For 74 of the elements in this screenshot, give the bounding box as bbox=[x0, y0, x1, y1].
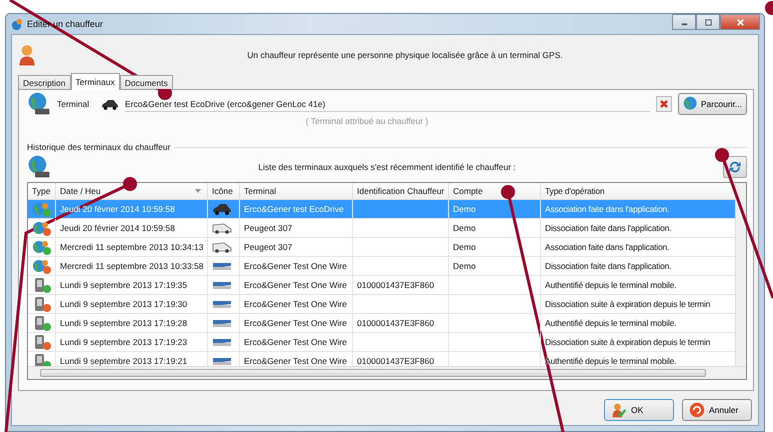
clear-button[interactable] bbox=[656, 96, 672, 112]
table-cell: Erco&Gener test EcoDrive bbox=[240, 200, 353, 218]
table-cell-text: Association faite dans l'application. bbox=[544, 241, 670, 254]
table-cell: Jeudi 20 février 2014 10:59:58 bbox=[56, 219, 208, 237]
close-icon bbox=[736, 18, 744, 26]
undo-icon bbox=[689, 402, 705, 418]
terminal-field[interactable]: Erco&Gener test EcoDrive (erco&gener GenLoc 41e) bbox=[125, 96, 650, 112]
table-cell-text: Authentifié depuis le terminal mobile. bbox=[544, 317, 678, 330]
table-row[interactable]: Mercredi 11 septembre 2013 10:33:58 Erco&Gener Test One Wire Demo Dissociation faite dans l'application. bbox=[28, 257, 735, 276]
browse-button[interactable]: Parcourir... bbox=[678, 93, 747, 115]
section-title: Historique des terminaux du chauffeur bbox=[27, 142, 170, 152]
person-icon bbox=[18, 43, 36, 67]
table-cell: 0100001437E3F860 bbox=[357, 318, 434, 328]
table-cell-text: Authentifié depuis le terminal mobile. bbox=[544, 279, 678, 292]
globe-icon bbox=[682, 96, 699, 112]
table-cell: Demo bbox=[453, 261, 476, 271]
table-cell: Lundi 9 septembre 2013 17:19:35 bbox=[56, 276, 208, 294]
tab[interactable]: Documents bbox=[120, 75, 173, 89]
table-cell-text: Dissociation faite dans l'application. bbox=[544, 222, 672, 235]
table-cell: Peugeot 307 bbox=[240, 219, 353, 237]
table-cell: Lundi 9 septembre 2013 17:19:23 bbox=[56, 333, 208, 351]
table-cell: Erco&Gener Test One Wire bbox=[240, 257, 353, 275]
maximize-icon bbox=[704, 18, 712, 26]
app-icon bbox=[10, 18, 23, 30]
sort-icon bbox=[195, 189, 201, 193]
table-cell: Demo bbox=[453, 242, 476, 252]
table-cell: Erco&Gener Test One Wire bbox=[240, 295, 353, 313]
minimize-button[interactable] bbox=[672, 14, 696, 30]
table-cell-text: Dissociation faite dans l'application. bbox=[544, 260, 672, 273]
refresh-icon bbox=[727, 159, 743, 175]
column-header[interactable]: Type bbox=[28, 183, 56, 199]
window-title: Editer un chauffeur bbox=[27, 19, 104, 29]
table-cell: Mercredi 11 septembre 2013 10:34:13 bbox=[56, 238, 208, 256]
globe-icon bbox=[27, 92, 51, 116]
table-row[interactable]: Lundi 9 septembre 2013 17:19:23 Erco&Gener Test One Wire Dissociation suite à expiration depuis le termin bbox=[28, 333, 735, 352]
table-cell: Lundi 9 septembre 2013 17:19:28 bbox=[56, 314, 208, 332]
column-header[interactable]: Icône bbox=[208, 183, 240, 199]
terminal-hint: ( Terminal attribué au chauffeur ) bbox=[304, 116, 430, 128]
table-cell: Lundi 9 septembre 2013 17:19:30 bbox=[56, 295, 208, 313]
table-cell: Erco&Gener Test One Wire bbox=[240, 333, 353, 351]
column-header[interactable]: Terminal bbox=[240, 183, 353, 199]
close-button[interactable] bbox=[720, 14, 760, 30]
table-cell: Demo bbox=[453, 204, 476, 214]
tab[interactable]: Description bbox=[18, 75, 71, 89]
column-header[interactable]: Identification Chauffeur bbox=[353, 183, 449, 199]
table-row[interactable]: Lundi 9 septembre 2013 17:19:35 Erco&Gener Test One Wire 0100001437E3F860 Authentifié depuis le terminal mobile. bbox=[28, 276, 735, 295]
ok-button[interactable]: OK bbox=[604, 399, 674, 421]
globe-icon bbox=[27, 155, 51, 179]
table-row[interactable]: Mercredi 11 septembre 2013 10:34:13 Peugeot 307 Demo Association faite dans l'application. bbox=[28, 238, 735, 257]
table-cell: Mercredi 11 septembre 2013 10:33:58 bbox=[56, 257, 208, 275]
terminal-label: Terminal bbox=[57, 99, 90, 109]
table-cell: Peugeot 307 bbox=[240, 238, 353, 256]
table-cell-text: Association faite dans l'application. bbox=[544, 203, 670, 216]
horizontal-scrollbar[interactable] bbox=[28, 366, 746, 379]
cancel-button[interactable]: Annuler bbox=[682, 399, 752, 421]
table-row[interactable]: Lundi 9 septembre 2013 17:19:28 Erco&Gener Test One Wire 0100001437E3F860 Authentifié depuis le terminal mobile. bbox=[28, 314, 735, 333]
maximize-button[interactable] bbox=[696, 14, 720, 30]
tab[interactable]: Terminaux bbox=[70, 73, 120, 90]
table-cell: Erco&Gener Test One Wire bbox=[240, 276, 353, 294]
table-cell-text: Dissociation suite à expiration depuis le termin bbox=[544, 336, 712, 349]
column-header[interactable]: Type d'opération bbox=[541, 183, 735, 199]
vertical-scrollbar[interactable] bbox=[735, 183, 746, 366]
table-row[interactable]: Lundi 9 septembre 2013 17:19:30 Erco&Gener Test One Wire Dissociation suite à expiration depuis le termin bbox=[28, 295, 735, 314]
description-text: Un chauffeur représente une personne physique localisée grâce à un terminal GPS. bbox=[246, 50, 564, 60]
table-cell: 0100001437E3F860 bbox=[357, 356, 434, 366]
table-row[interactable]: Jeudi 20 février 2014 10:59:58 Peugeot 307 Demo Dissociation faite dans l'application. bbox=[28, 219, 735, 238]
table-cell: Erco&Gener Test One Wire bbox=[240, 314, 353, 332]
car-icon bbox=[101, 98, 119, 110]
table-cell-text: Dissociation suite à expiration depuis le termin bbox=[544, 298, 712, 311]
cross-icon bbox=[658, 99, 669, 109]
table-cell: 0100001437E3F860 bbox=[357, 280, 434, 290]
table-cell: Demo bbox=[453, 223, 476, 233]
person-check-icon bbox=[611, 402, 627, 418]
list-caption: Liste des terminaux auxquels s'est récemment identifié le chauffeur : bbox=[257, 162, 517, 172]
